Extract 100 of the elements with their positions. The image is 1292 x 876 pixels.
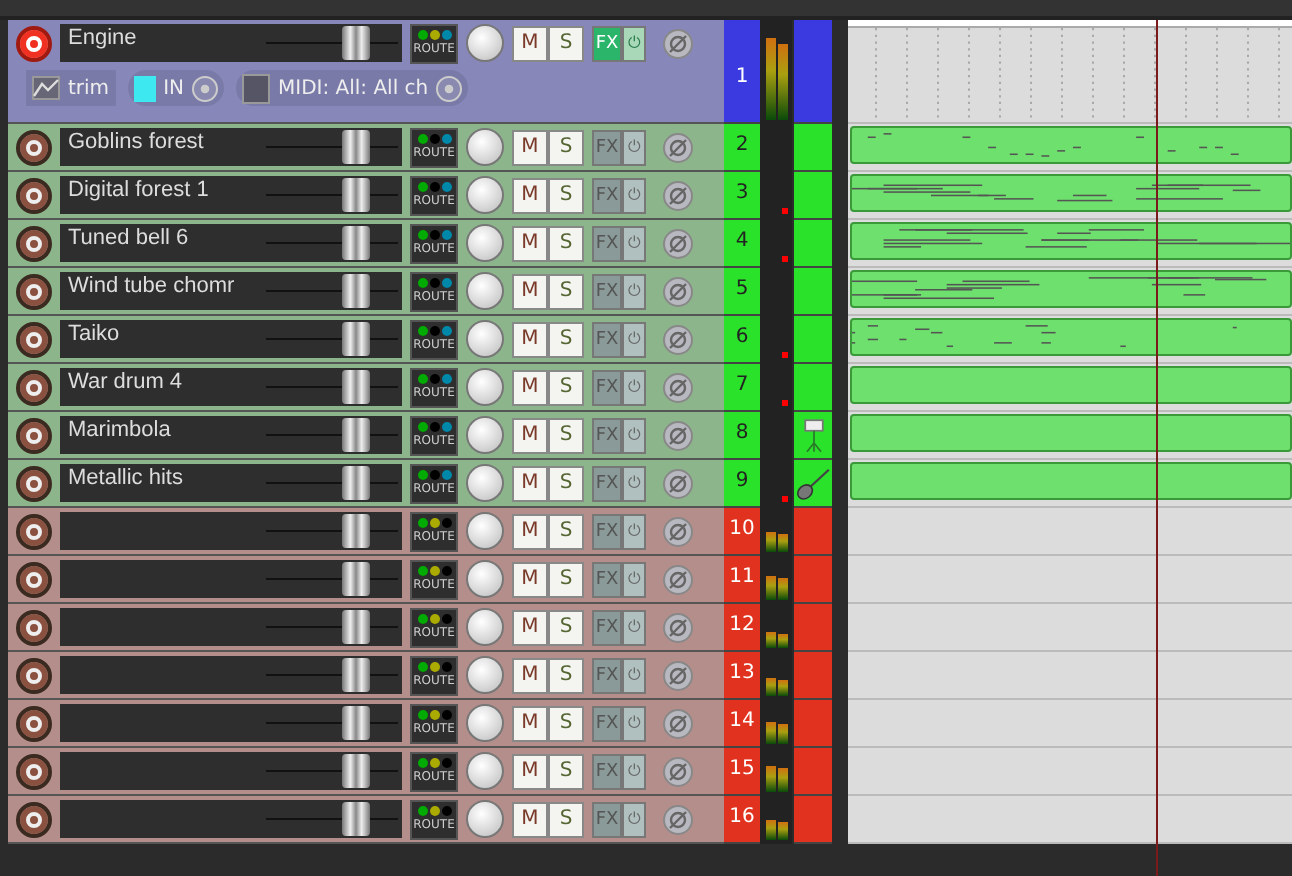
track-number[interactable]: 6 <box>724 316 760 364</box>
mute-button[interactable]: M <box>512 25 548 61</box>
track-name-field[interactable]: Marimbola <box>60 416 402 454</box>
phase-invert-icon[interactable] <box>662 707 694 739</box>
solo-button[interactable]: S <box>548 657 584 693</box>
mute-button[interactable]: M <box>512 321 548 357</box>
volume-slider[interactable] <box>266 658 398 692</box>
track-name-field[interactable] <box>60 560 402 598</box>
pan-knob[interactable] <box>466 464 504 502</box>
volume-slider[interactable] <box>266 26 398 60</box>
mute-button[interactable]: M <box>512 129 548 165</box>
volume-slider[interactable] <box>266 562 398 596</box>
solo-button[interactable]: S <box>548 321 584 357</box>
record-arm-button[interactable] <box>16 609 52 645</box>
phase-invert-icon[interactable] <box>662 563 694 595</box>
volume-slider[interactable] <box>266 706 398 740</box>
track-number[interactable]: 14 <box>724 700 760 748</box>
track-name-field[interactable]: Taiko <box>60 320 402 358</box>
volume-slider[interactable] <box>266 466 398 500</box>
solo-button[interactable]: S <box>548 513 584 549</box>
track-number[interactable]: 8 <box>724 412 760 460</box>
track-number[interactable]: 2 <box>724 124 760 172</box>
pan-knob[interactable] <box>466 24 504 62</box>
pan-knob[interactable] <box>466 512 504 550</box>
pan-knob[interactable] <box>466 752 504 790</box>
volume-slider[interactable] <box>266 226 398 260</box>
track-number[interactable]: 11 <box>724 556 760 604</box>
track-name-field[interactable]: War drum 4 <box>60 368 402 406</box>
solo-button[interactable]: S <box>548 225 584 261</box>
track-name-field[interactable]: Goblins forest <box>60 128 402 166</box>
pan-knob[interactable] <box>466 368 504 406</box>
record-arm-button[interactable] <box>16 801 52 837</box>
mute-button[interactable]: M <box>512 369 548 405</box>
pan-knob[interactable] <box>466 128 504 166</box>
phase-invert-icon[interactable] <box>662 27 694 59</box>
track-name-field[interactable] <box>60 656 402 694</box>
mute-button[interactable]: M <box>512 417 548 453</box>
track-number[interactable]: 5 <box>724 268 760 316</box>
record-arm-button[interactable] <box>16 25 52 61</box>
pan-knob[interactable] <box>466 560 504 598</box>
pan-knob[interactable] <box>466 416 504 454</box>
phase-invert-icon[interactable] <box>662 467 694 499</box>
track-name-field[interactable] <box>60 608 402 646</box>
solo-button[interactable]: S <box>548 753 584 789</box>
record-arm-button[interactable] <box>16 273 52 309</box>
track-number[interactable]: 4 <box>724 220 760 268</box>
phase-invert-icon[interactable] <box>662 611 694 643</box>
record-arm-button[interactable] <box>16 417 52 453</box>
pan-knob[interactable] <box>466 224 504 262</box>
track-name-field[interactable]: Metallic hits <box>60 464 402 502</box>
pan-knob[interactable] <box>466 656 504 694</box>
phase-invert-icon[interactable] <box>662 323 694 355</box>
volume-slider[interactable] <box>266 370 398 404</box>
solo-button[interactable]: S <box>548 369 584 405</box>
pan-knob[interactable] <box>466 272 504 310</box>
phase-invert-icon[interactable] <box>662 371 694 403</box>
mute-button[interactable]: M <box>512 273 548 309</box>
track-number[interactable]: 10 <box>724 508 760 556</box>
track-number[interactable]: 16 <box>724 796 760 844</box>
solo-button[interactable]: S <box>548 129 584 165</box>
mute-button[interactable]: M <box>512 801 548 837</box>
volume-slider[interactable] <box>266 514 398 548</box>
midi-input-select[interactable]: MIDI: All: All ch <box>236 70 469 106</box>
record-arm-button[interactable] <box>16 561 52 597</box>
record-arm-button[interactable] <box>16 465 52 501</box>
pan-knob[interactable] <box>466 176 504 214</box>
record-arm-button[interactable] <box>16 705 52 741</box>
pan-knob[interactable] <box>466 320 504 358</box>
mute-button[interactable]: M <box>512 705 548 741</box>
track-name-field[interactable]: Digital forest 1 <box>60 176 402 214</box>
solo-button[interactable]: S <box>548 177 584 213</box>
track-number[interactable]: 13 <box>724 652 760 700</box>
mute-button[interactable]: M <box>512 657 548 693</box>
record-arm-button[interactable] <box>16 321 52 357</box>
track-number[interactable]: 1 <box>724 20 760 124</box>
record-arm-button[interactable] <box>16 225 52 261</box>
mute-button[interactable]: M <box>512 753 548 789</box>
track-number[interactable]: 15 <box>724 748 760 796</box>
mute-button[interactable]: M <box>512 177 548 213</box>
track-name-field[interactable] <box>60 704 402 742</box>
track-name-field[interactable] <box>60 752 402 790</box>
phase-invert-icon[interactable] <box>662 755 694 787</box>
mute-button[interactable]: M <box>512 465 548 501</box>
solo-button[interactable]: S <box>548 705 584 741</box>
pan-knob[interactable] <box>466 704 504 742</box>
solo-button[interactable]: S <box>548 417 584 453</box>
volume-slider[interactable] <box>266 418 398 452</box>
phase-invert-icon[interactable] <box>662 131 694 163</box>
solo-button[interactable]: S <box>548 561 584 597</box>
input-monitor-button[interactable]: IN <box>127 70 224 106</box>
track-name-field[interactable] <box>60 800 402 838</box>
phase-invert-icon[interactable] <box>662 275 694 307</box>
record-arm-button[interactable] <box>16 753 52 789</box>
record-arm-button[interactable] <box>16 369 52 405</box>
record-arm-button[interactable] <box>16 513 52 549</box>
pan-knob[interactable] <box>466 800 504 838</box>
pan-knob[interactable] <box>466 608 504 646</box>
volume-slider[interactable] <box>266 178 398 212</box>
phase-invert-icon[interactable] <box>662 227 694 259</box>
track-number[interactable]: 9 <box>724 460 760 508</box>
